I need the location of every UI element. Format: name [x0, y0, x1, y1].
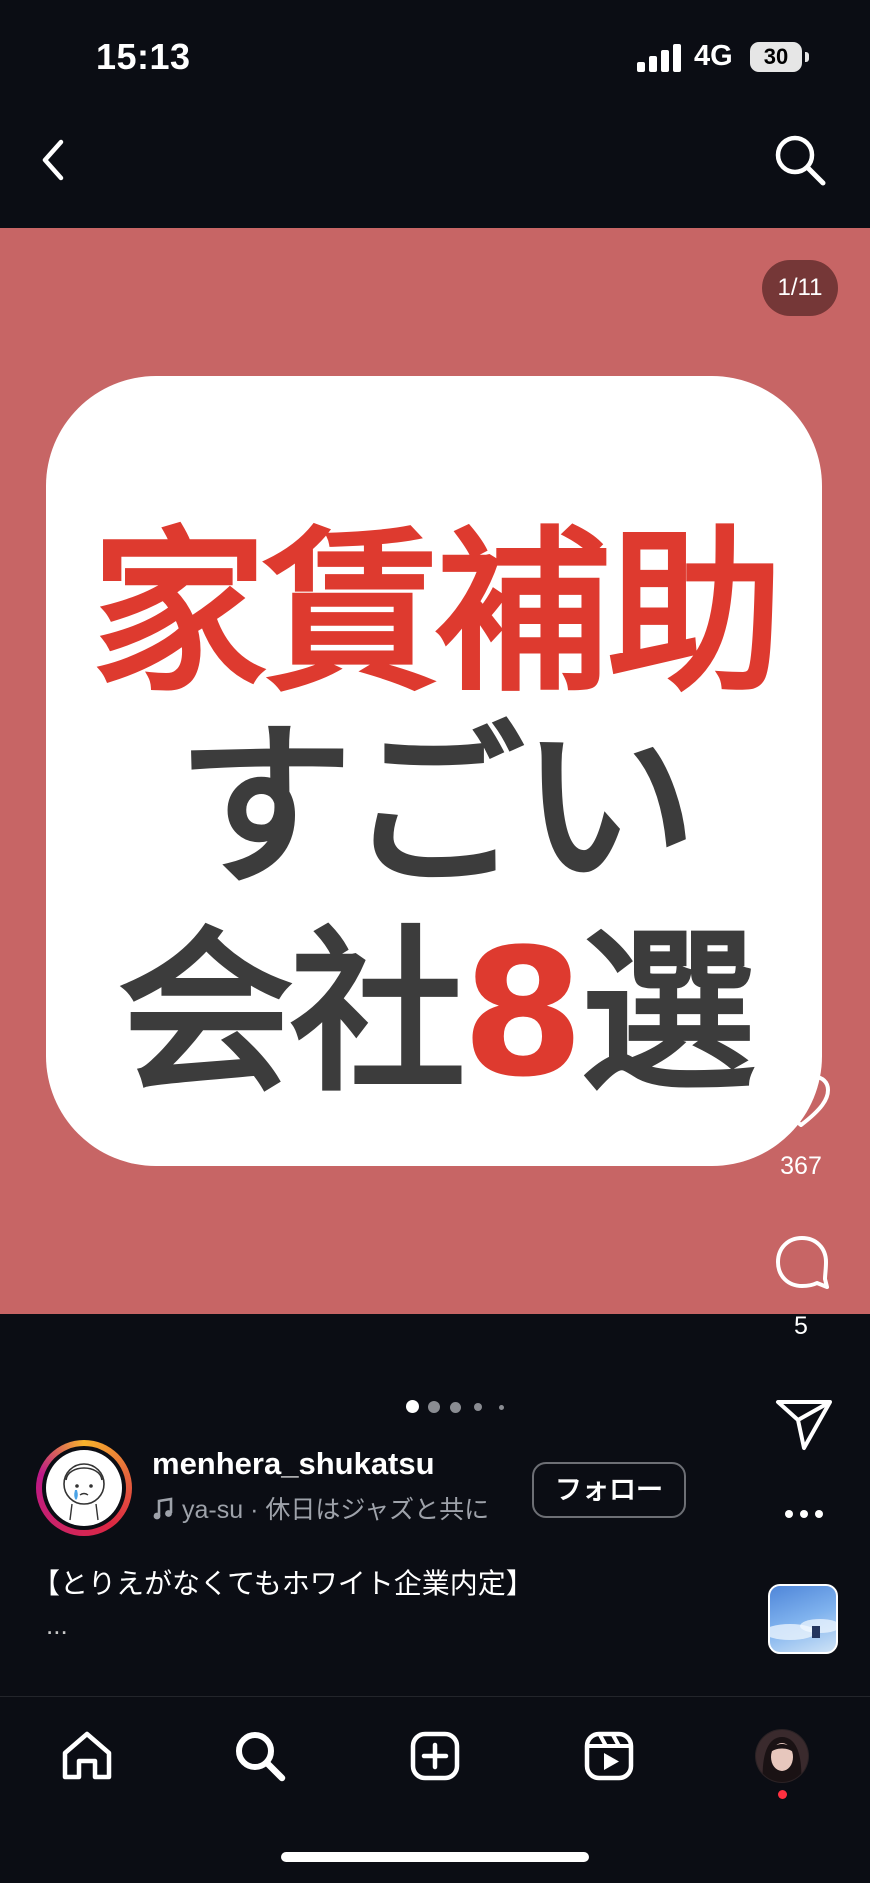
more-icon: [785, 1510, 823, 1518]
headline-word-company: 会社: [117, 911, 466, 1116]
follow-button[interactable]: フォロー: [532, 1462, 686, 1518]
home-indicator: [281, 1852, 589, 1862]
nav-home[interactable]: [52, 1726, 122, 1786]
carousel-dot: [428, 1401, 440, 1413]
search-icon: [236, 1732, 286, 1782]
network-label: 4G: [694, 40, 733, 72]
status-time: 15:13: [96, 36, 191, 77]
headline-word-select: 選: [580, 911, 756, 1116]
carousel-dot: [499, 1405, 504, 1410]
nav-reels[interactable]: [574, 1726, 644, 1786]
send-icon: [776, 1400, 832, 1450]
home-icon: [62, 1731, 112, 1780]
like-count: 367: [780, 1152, 822, 1180]
comment-button[interactable]: [770, 1230, 834, 1294]
comment-icon: [776, 1236, 829, 1289]
notification-dot: [778, 1790, 787, 1799]
nav-create[interactable]: [400, 1726, 470, 1786]
more-options-button[interactable]: [772, 1494, 836, 1534]
music-label: ya-su · 休日はジャズと共に: [182, 1496, 490, 1524]
reels-icon: [584, 1731, 634, 1781]
music-note-icon: [153, 1497, 173, 1520]
caption-more[interactable]: ...: [46, 1610, 68, 1641]
headline-line-3: 会社8選: [0, 870, 870, 1125]
username[interactable]: menhera_shukatsu: [152, 1446, 435, 1482]
chevron-left-icon: [42, 139, 64, 181]
thumbnail-image: [770, 1619, 836, 1640]
like-button[interactable]: [768, 1068, 834, 1134]
music-info[interactable]: ya-su · 休日はジャズと共に: [152, 1490, 489, 1526]
headline-number: 8: [461, 911, 584, 1116]
image-counter: 1/11: [762, 260, 838, 316]
nav-profile[interactable]: [747, 1726, 817, 1786]
profile-avatar: [755, 1729, 809, 1783]
carousel-dot: [474, 1403, 482, 1411]
create-icon: [410, 1731, 460, 1781]
nav-search[interactable]: [225, 1726, 295, 1786]
post-caption[interactable]: 【とりえがなくてもホワイト企業内定】: [32, 1562, 534, 1602]
carousel-dot-active: [406, 1400, 419, 1413]
avatar[interactable]: [46, 1450, 122, 1526]
audio-thumbnail[interactable]: [768, 1584, 838, 1654]
battery-tip: [805, 52, 809, 62]
signal-icon: [637, 44, 683, 72]
share-button[interactable]: [772, 1392, 836, 1456]
back-button[interactable]: [30, 130, 76, 190]
heart-icon: [772, 1075, 830, 1127]
comment-count: 5: [794, 1312, 808, 1340]
avatar-illustration: [63, 1463, 105, 1521]
search-button[interactable]: [770, 130, 830, 190]
search-icon: [775, 135, 826, 186]
carousel-dot: [450, 1402, 461, 1413]
battery-icon: 30: [750, 42, 802, 72]
